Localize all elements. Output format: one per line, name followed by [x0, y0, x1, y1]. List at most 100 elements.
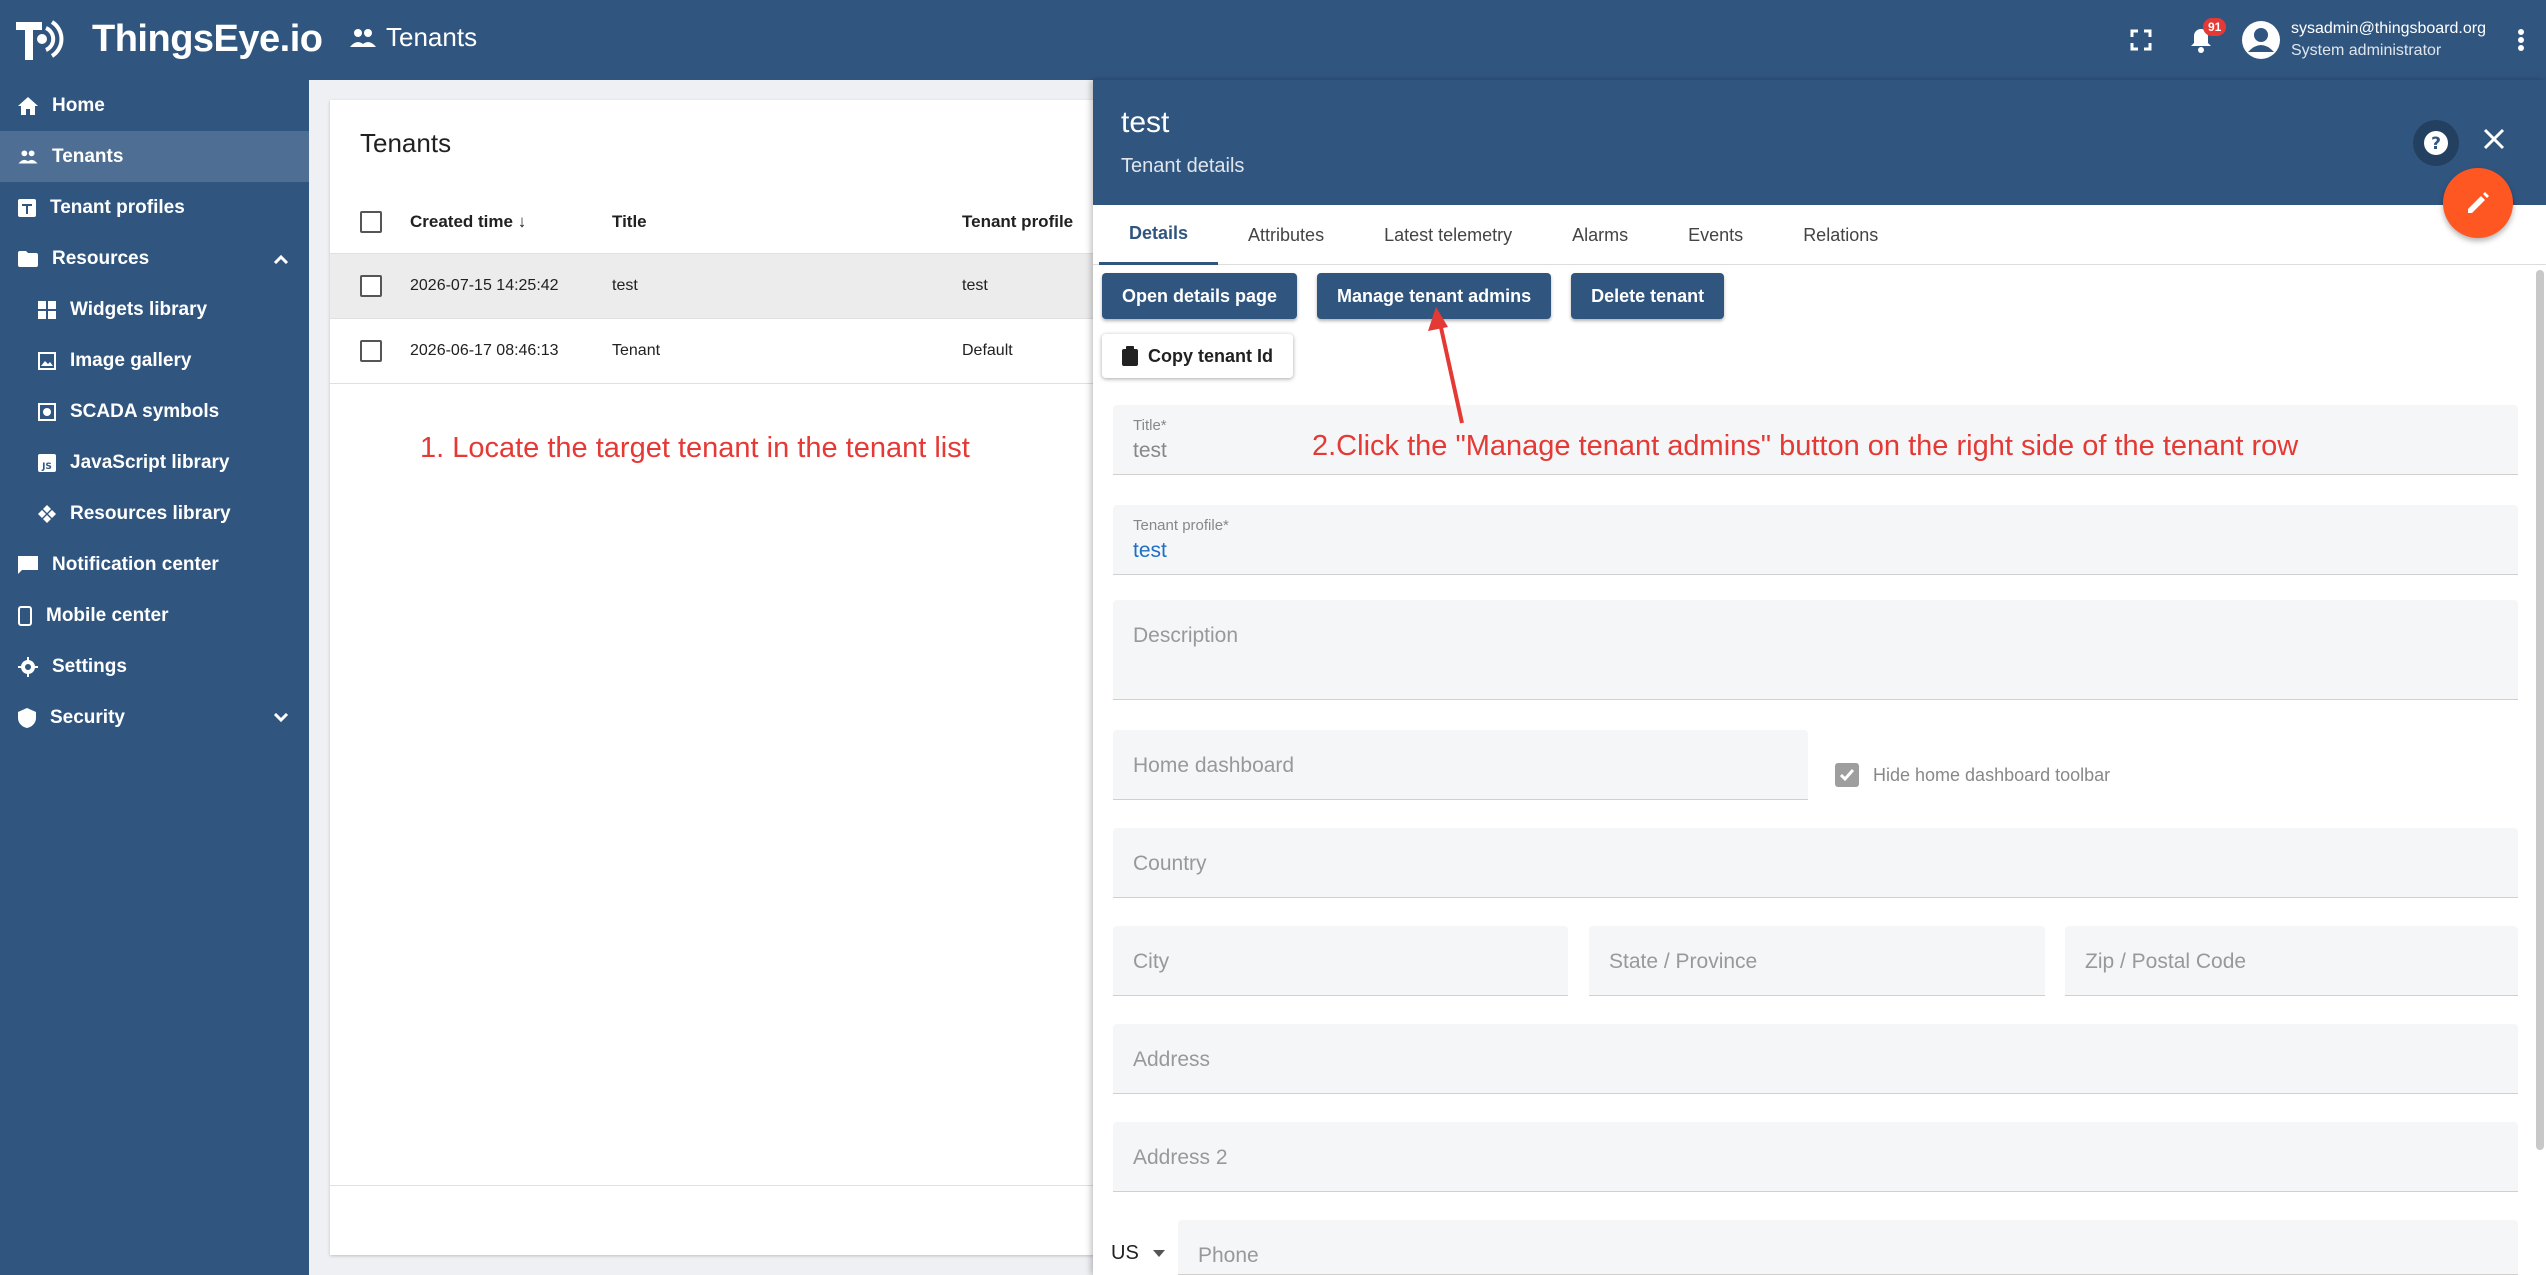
- row-checkbox[interactable]: [360, 275, 382, 297]
- hide-toolbar-label: Hide home dashboard toolbar: [1873, 764, 2111, 785]
- gear-icon: [18, 656, 38, 677]
- state-field[interactable]: State / Province: [1589, 926, 2045, 996]
- tab-alarms[interactable]: Alarms: [1542, 205, 1658, 265]
- sidebar-item-settings[interactable]: Settings: [0, 641, 309, 692]
- notifications-button[interactable]: 91: [2171, 10, 2231, 70]
- copy-tenant-id-button[interactable]: Copy tenant Id: [1102, 334, 1293, 378]
- edit-icon: [2468, 192, 2489, 213]
- sidebar-item-tenants[interactable]: Tenants: [0, 131, 309, 182]
- column-header-title[interactable]: Title: [612, 212, 647, 232]
- tenant-profile-field-value: test: [1133, 539, 1167, 562]
- annotation-arrow: [1428, 307, 1464, 424]
- cell-created: 2026-06-17 08:46:13: [410, 342, 559, 359]
- sidebar-item-label: Image gallery: [70, 349, 192, 371]
- arrow-down-icon: ↓: [517, 211, 527, 231]
- cell-profile: Default: [962, 342, 1013, 359]
- sidebar-item-label: Resources library: [70, 502, 231, 524]
- user-role: System administrator: [2290, 42, 2442, 59]
- scada-icon: [38, 402, 56, 421]
- checkbox-checked-icon: [1835, 763, 1859, 787]
- phone-field[interactable]: Phone: [1178, 1220, 2518, 1275]
- details-subtitle: Tenant details: [1121, 155, 1245, 177]
- sidebar-item-label: Widgets library: [70, 298, 208, 320]
- table-row[interactable]: 2026-07-15 14:25:42 test test: [330, 254, 1130, 319]
- top-bar: ThingsEye.io Tenants 91 sysadmin@thingsb…: [0, 0, 2546, 80]
- state-placeholder: State / Province: [1609, 950, 1758, 973]
- sidebar-item-home[interactable]: Home: [0, 80, 309, 131]
- fullscreen-icon: [2130, 29, 2152, 51]
- logo-text: ThingsEye.io: [92, 17, 323, 60]
- tab-details[interactable]: Details: [1099, 205, 1219, 265]
- tenant-profile-field[interactable]: Tenant profile* test: [1113, 505, 2518, 575]
- tenant-profile-field-label: Tenant profile*: [1133, 517, 1229, 534]
- resources-icon: [38, 504, 56, 523]
- column-header-profile[interactable]: Tenant profile: [962, 212, 1073, 232]
- table-paginator: [330, 1185, 1130, 1255]
- tenants-table-card: Tenants Created time ↓ Title Tenant prof…: [330, 100, 1130, 1255]
- sidebar-item-image-gallery[interactable]: Image gallery: [0, 335, 309, 386]
- panel-scrollbar[interactable]: [2536, 270, 2544, 1150]
- sidebar-item-label: SCADA symbols: [70, 400, 220, 422]
- cell-title: test: [612, 277, 638, 294]
- zip-field[interactable]: Zip / Postal Code: [2065, 926, 2518, 996]
- close-button[interactable]: [2483, 128, 2505, 155]
- zip-placeholder: Zip / Postal Code: [2085, 950, 2247, 973]
- sidebar-item-javascript-library[interactable]: JS JavaScript library: [0, 437, 309, 488]
- home-icon: [18, 96, 38, 115]
- fullscreen-button[interactable]: [2111, 10, 2171, 70]
- select-all-checkbox[interactable]: [360, 210, 382, 233]
- tenants-table: Created time ↓ Title Tenant profile 2026…: [330, 190, 1130, 384]
- help-button[interactable]: ?: [2413, 120, 2459, 166]
- sidebar-item-label: Settings: [52, 655, 127, 677]
- logo-icon: [16, 20, 64, 60]
- country-field[interactable]: Country: [1113, 828, 2518, 898]
- more-vert-icon: [2518, 29, 2524, 51]
- tab-attributes[interactable]: Attributes: [1218, 205, 1354, 265]
- sidebar-item-label: Notification center: [52, 553, 219, 575]
- sidebar-item-widgets-library[interactable]: Widgets library: [0, 284, 309, 335]
- city-field[interactable]: City: [1113, 926, 1568, 996]
- page-title-text: Tenants: [386, 22, 478, 52]
- home-dashboard-placeholder: Home dashboard: [1133, 754, 1295, 777]
- sidebar-item-mobile-center[interactable]: Mobile center: [0, 590, 309, 641]
- column-header-created[interactable]: Created time ↓: [410, 212, 526, 232]
- chevron-up-icon: [273, 254, 289, 264]
- title-field-label: Title*: [1133, 417, 1167, 434]
- phone-country-select[interactable]: US: [1111, 1242, 1165, 1265]
- more-menu-button[interactable]: [2496, 10, 2546, 70]
- account-icon: [2241, 21, 2280, 59]
- address-placeholder: Address: [1133, 1048, 1211, 1071]
- description-placeholder: Description: [1133, 624, 1239, 647]
- logo[interactable]: ThingsEye.io: [12, 14, 323, 64]
- sidebar-item-scada-symbols[interactable]: SCADA symbols: [0, 386, 309, 437]
- address2-field[interactable]: Address 2: [1113, 1122, 2518, 1192]
- sidebar-item-notification-center[interactable]: Notification center: [0, 539, 309, 590]
- edit-fab-button[interactable]: [2443, 168, 2513, 238]
- hide-toolbar-checkbox[interactable]: Hide home dashboard toolbar: [1835, 763, 2110, 787]
- tab-events[interactable]: Events: [1658, 205, 1773, 265]
- sidebar-item-resources[interactable]: Resources: [0, 233, 309, 284]
- dropdown-arrow-icon: [1152, 1249, 1165, 1257]
- shield-icon: [18, 707, 36, 728]
- address2-placeholder: Address 2: [1133, 1146, 1228, 1169]
- details-actions: Open details page Manage tenant admins D…: [1102, 273, 1725, 319]
- cell-title: Tenant: [612, 342, 661, 359]
- widgets-icon: [38, 300, 56, 319]
- table-row[interactable]: 2026-06-17 08:46:13 Tenant Default: [330, 319, 1130, 384]
- sidebar: Home Tenants Tenant profiles Resources W…: [0, 80, 309, 1275]
- cell-profile: test: [962, 277, 988, 294]
- sidebar-item-resources-library[interactable]: Resources library: [0, 488, 309, 539]
- address-field[interactable]: Address: [1113, 1024, 2518, 1094]
- row-checkbox[interactable]: [360, 340, 382, 362]
- sidebar-item-tenant-profiles[interactable]: Tenant profiles: [0, 182, 309, 233]
- delete-tenant-button[interactable]: Delete tenant: [1571, 273, 1725, 319]
- page-title: Tenants: [350, 22, 477, 53]
- user-menu[interactable]: sysadmin@thingsboard.org System administ…: [2241, 18, 2486, 62]
- details-tabs: Details Attributes Latest telemetry Alar…: [1093, 205, 2546, 265]
- sidebar-item-security[interactable]: Security: [0, 692, 309, 743]
- tab-relations[interactable]: Relations: [1773, 205, 1908, 265]
- description-field[interactable]: Description: [1113, 600, 2518, 700]
- open-details-page-button[interactable]: Open details page: [1102, 273, 1298, 319]
- home-dashboard-field[interactable]: Home dashboard: [1113, 730, 1808, 800]
- tab-latest-telemetry[interactable]: Latest telemetry: [1354, 205, 1542, 265]
